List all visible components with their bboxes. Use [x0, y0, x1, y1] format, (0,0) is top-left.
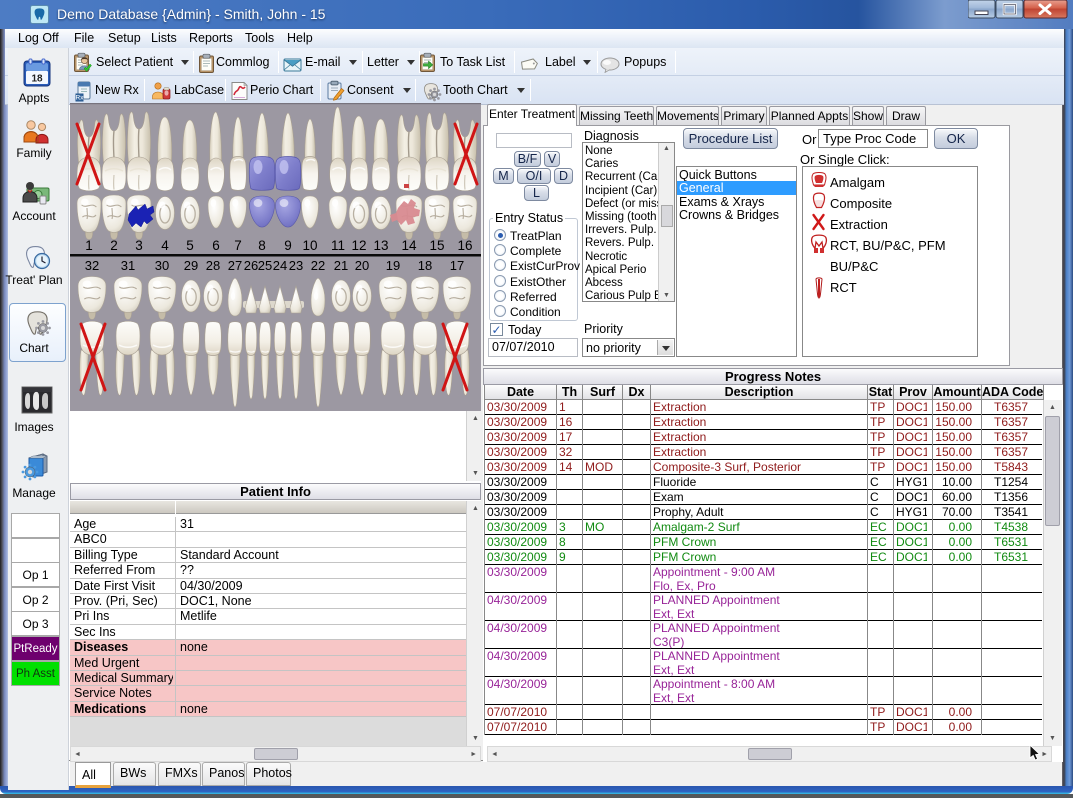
- svg-text:25: 25: [258, 258, 272, 273]
- svg-text:11: 11: [331, 238, 345, 253]
- svg-text:14: 14: [401, 238, 417, 253]
- svg-text:26: 26: [244, 258, 258, 273]
- svg-text:19: 19: [386, 258, 400, 273]
- svg-text:16: 16: [457, 238, 472, 253]
- svg-text:24: 24: [273, 258, 287, 273]
- svg-text:8: 8: [258, 238, 266, 253]
- svg-text:21: 21: [334, 258, 348, 273]
- svg-text:30: 30: [155, 258, 169, 273]
- svg-text:20: 20: [355, 258, 369, 273]
- svg-text:22: 22: [311, 258, 325, 273]
- svg-text:Rx: Rx: [76, 95, 85, 102]
- svg-text:6: 6: [212, 238, 220, 253]
- svg-text:17: 17: [450, 258, 464, 273]
- svg-text:7: 7: [234, 238, 242, 253]
- svg-text:32: 32: [85, 258, 99, 273]
- svg-text:4: 4: [161, 238, 169, 253]
- svg-text:29: 29: [184, 258, 198, 273]
- svg-text:13: 13: [373, 238, 388, 253]
- svg-text:23: 23: [289, 258, 303, 273]
- svg-text:12: 12: [351, 238, 366, 253]
- svg-text:27: 27: [228, 258, 242, 273]
- svg-text:15: 15: [429, 238, 444, 253]
- svg-text:31: 31: [121, 258, 135, 273]
- svg-text:1: 1: [85, 238, 93, 253]
- svg-text:3: 3: [135, 238, 143, 253]
- svg-text:28: 28: [206, 258, 220, 273]
- svg-text:18: 18: [418, 258, 432, 273]
- svg-text:10: 10: [302, 238, 317, 253]
- svg-text:9: 9: [284, 238, 292, 253]
- svg-text:5: 5: [186, 238, 194, 253]
- svg-text:18: 18: [31, 74, 43, 85]
- svg-text:2: 2: [110, 238, 118, 253]
